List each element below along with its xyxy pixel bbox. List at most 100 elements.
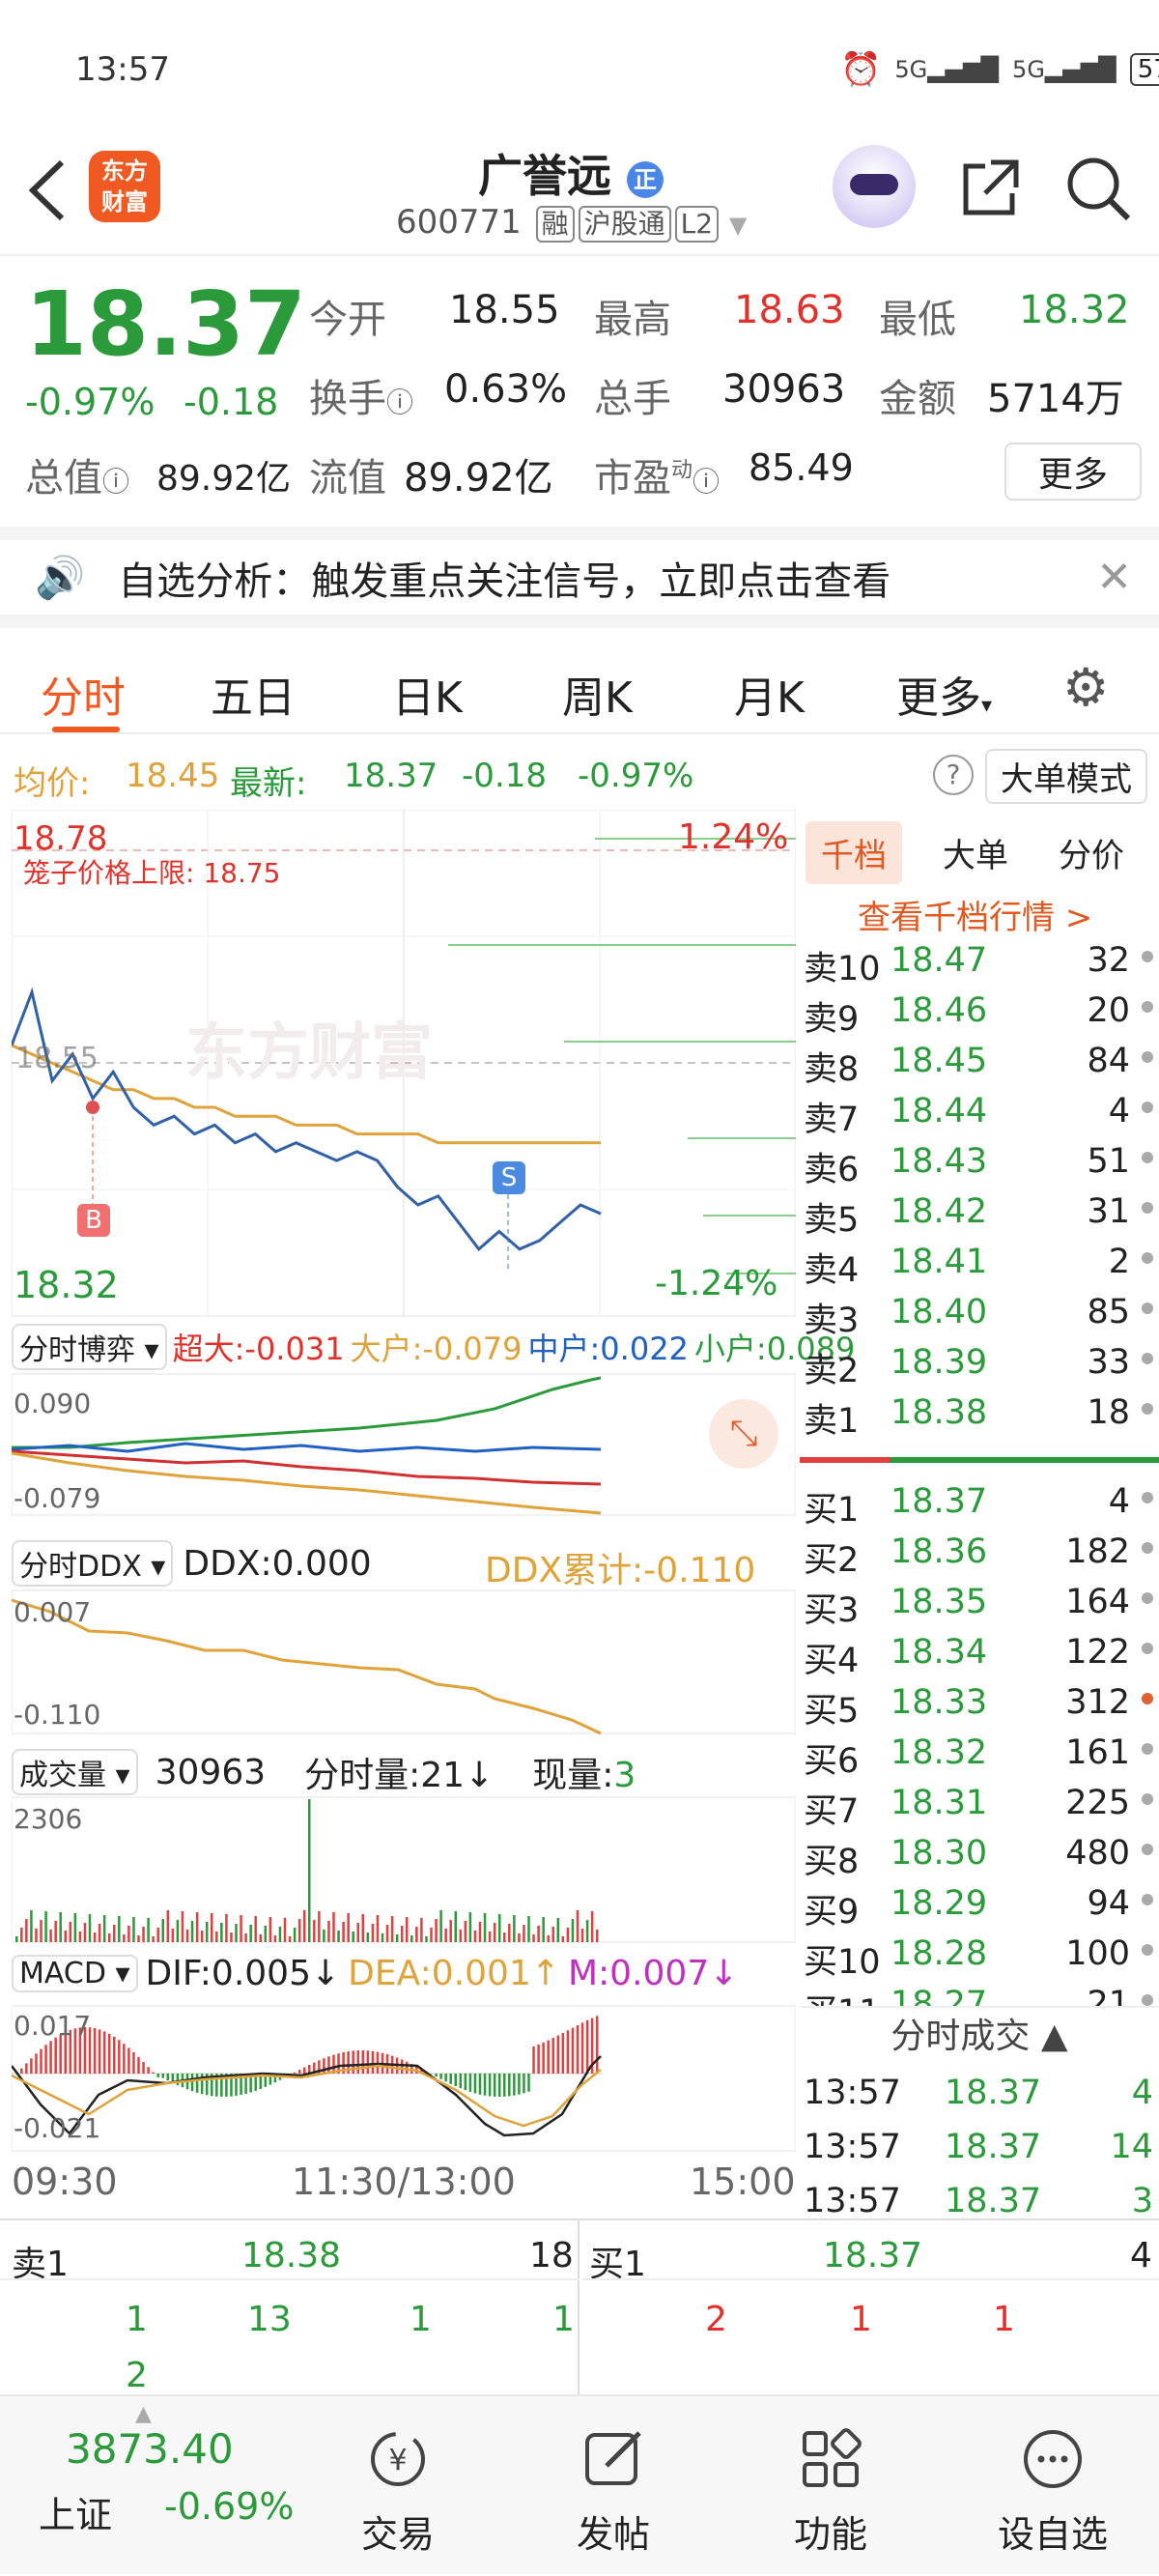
- tab-daily-k[interactable]: 日K: [392, 663, 463, 725]
- high-label: 最高: [594, 288, 671, 344]
- tab-weekly-k[interactable]: 周K: [562, 663, 633, 725]
- stock-code: 600771: [396, 203, 522, 242]
- volume-bar: [215, 1932, 218, 1942]
- volume-bar: [342, 1922, 345, 1942]
- ask-row[interactable]: 卖518.4231: [800, 1187, 1159, 1237]
- bid-row[interactable]: 买118.374: [800, 1476, 1159, 1527]
- volume-max-label: 2306: [14, 1803, 82, 1835]
- volume-bar: [142, 1927, 145, 1942]
- view-depth-link[interactable]: 查看千档行情 >: [858, 891, 1092, 938]
- macd-bar: [503, 2074, 506, 2097]
- amount-value: 5714万: [987, 367, 1124, 423]
- close-icon[interactable]: ✕: [1096, 553, 1132, 602]
- ask-row[interactable]: 卖418.412: [800, 1237, 1159, 1287]
- tab-monthly-k[interactable]: 月K: [734, 663, 805, 725]
- flow-selector[interactable]: 分时博弈 ▾: [12, 1324, 167, 1370]
- volume-bar: [449, 1920, 452, 1942]
- volume-bar: [118, 1916, 121, 1942]
- sell-marker[interactable]: S: [493, 1161, 525, 1194]
- help-icon[interactable]: ?: [933, 755, 974, 795]
- bid-row[interactable]: 买218.36182: [800, 1527, 1159, 1577]
- dropdown-icon[interactable]: ▼: [729, 212, 747, 239]
- volume-total: 30963: [155, 1753, 267, 1792]
- macd-selector[interactable]: MACD ▾: [12, 1955, 138, 1992]
- robot-avatar-icon[interactable]: [833, 145, 916, 228]
- svg-text:¥: ¥: [388, 2444, 407, 2477]
- notice-bar[interactable]: 🔊 自选分析：触发重点关注信号，立即点击查看 ✕: [0, 527, 1159, 628]
- volume-bar: [572, 1919, 575, 1942]
- share-icon[interactable]: [956, 155, 1024, 222]
- trades-header[interactable]: 分时成交 ▲: [800, 2006, 1159, 2064]
- bid-row[interactable]: 买718.31225: [800, 1778, 1159, 1828]
- big-order-mode-button[interactable]: 大单模式: [985, 749, 1147, 804]
- volume-bar: [425, 1936, 428, 1942]
- bid-row[interactable]: 买518.33312: [800, 1677, 1159, 1728]
- macd-bar: [469, 2074, 472, 2092]
- macd-bar: [40, 2049, 42, 2074]
- ask-row[interactable]: 卖618.4351: [800, 1136, 1159, 1187]
- ask-row[interactable]: 卖318.4085: [800, 1287, 1159, 1337]
- grid-icon: [797, 2425, 864, 2493]
- ddx-selector[interactable]: 分时DDX ▾: [12, 1540, 173, 1587]
- bid-row[interactable]: 买618.32161: [800, 1728, 1159, 1778]
- dot-icon: [1142, 1252, 1153, 1264]
- level-label: 卖7: [804, 1092, 859, 1141]
- volume-bar: [396, 1934, 399, 1942]
- time-mid: 11:30/13:00: [292, 2161, 516, 2203]
- nav-add-watchlist[interactable]: 设自选: [956, 2396, 1149, 2576]
- gear-icon[interactable]: ⚙: [1062, 657, 1109, 718]
- volume-selector[interactable]: 成交量 ▾: [12, 1749, 138, 1795]
- level-label: 卖4: [804, 1243, 859, 1292]
- bid-row[interactable]: 买418.34122: [800, 1627, 1159, 1677]
- level-label: 买8: [804, 1834, 859, 1883]
- ask-row[interactable]: 卖118.3818: [800, 1388, 1159, 1438]
- tab-price-distribution[interactable]: 分价: [1059, 829, 1124, 876]
- level-label: 卖3: [804, 1293, 859, 1342]
- more-button[interactable]: 更多: [1004, 443, 1142, 501]
- macd-bar: [113, 2037, 116, 2074]
- macd-bar: [449, 2074, 452, 2084]
- bottom-price-label: 18.32: [14, 1264, 119, 1306]
- tab-intraday[interactable]: 分时: [41, 663, 126, 725]
- ask-row[interactable]: 卖818.4584: [800, 1036, 1159, 1086]
- search-icon[interactable]: [1062, 153, 1134, 224]
- trade-row: 13:5718.374: [800, 2068, 1159, 2118]
- volume-bar: [162, 1919, 165, 1942]
- buy-marker[interactable]: B: [77, 1204, 110, 1237]
- macd-bar: [156, 2074, 159, 2077]
- macd-bar: [49, 2041, 52, 2074]
- tab-big-orders[interactable]: 大单: [943, 829, 1008, 876]
- volume-bar: [308, 1799, 311, 1942]
- back-arrow-icon[interactable]: [23, 157, 71, 224]
- volume-bar: [186, 1930, 189, 1942]
- ask-row[interactable]: 卖1018.4732: [800, 935, 1159, 986]
- clock: 13:57: [75, 50, 170, 89]
- volume-bar: [577, 1910, 580, 1942]
- tab-thousand-levels[interactable]: 千档: [806, 821, 902, 884]
- bid-row[interactable]: 买318.35164: [800, 1577, 1159, 1627]
- level-label: 卖10: [804, 941, 881, 990]
- nav-post[interactable]: 发帖: [517, 2396, 710, 2576]
- bid-row[interactable]: 买1018.28100: [800, 1929, 1159, 1979]
- latest-value: 18.37: [344, 757, 438, 795]
- macd-bar: [532, 2046, 535, 2074]
- expand-icon[interactable]: ⤡: [709, 1399, 778, 1469]
- ask-row[interactable]: 卖718.444: [800, 1086, 1159, 1136]
- volume-bar: [460, 1930, 463, 1942]
- intraday-chart[interactable]: 18.78 1.24% 笼子价格上限: 18.75 18.55 东方财富 18.…: [12, 810, 796, 2211]
- bid-row[interactable]: 买918.2994: [800, 1878, 1159, 1929]
- ask-row[interactable]: 卖218.3933: [800, 1337, 1159, 1388]
- volume-bar: [372, 1924, 375, 1942]
- index-ticker[interactable]: ▲ 3873.40 上证 -0.69%: [0, 2396, 319, 2576]
- volume-bar: [49, 1930, 52, 1942]
- macd-bar: [562, 2033, 565, 2074]
- ask-row[interactable]: 卖918.4620: [800, 986, 1159, 1036]
- volume-bar: [254, 1916, 257, 1942]
- nav-functions[interactable]: 功能: [734, 2396, 927, 2576]
- level-volume: 161: [1065, 1733, 1130, 1772]
- tab-five-day[interactable]: 五日: [211, 663, 296, 725]
- tab-more[interactable]: 更多▾: [896, 663, 992, 725]
- bid-row[interactable]: 买818.30480: [800, 1828, 1159, 1878]
- tag-l2: L2: [675, 206, 719, 243]
- nav-trade[interactable]: ¥ 交易: [301, 2396, 495, 2576]
